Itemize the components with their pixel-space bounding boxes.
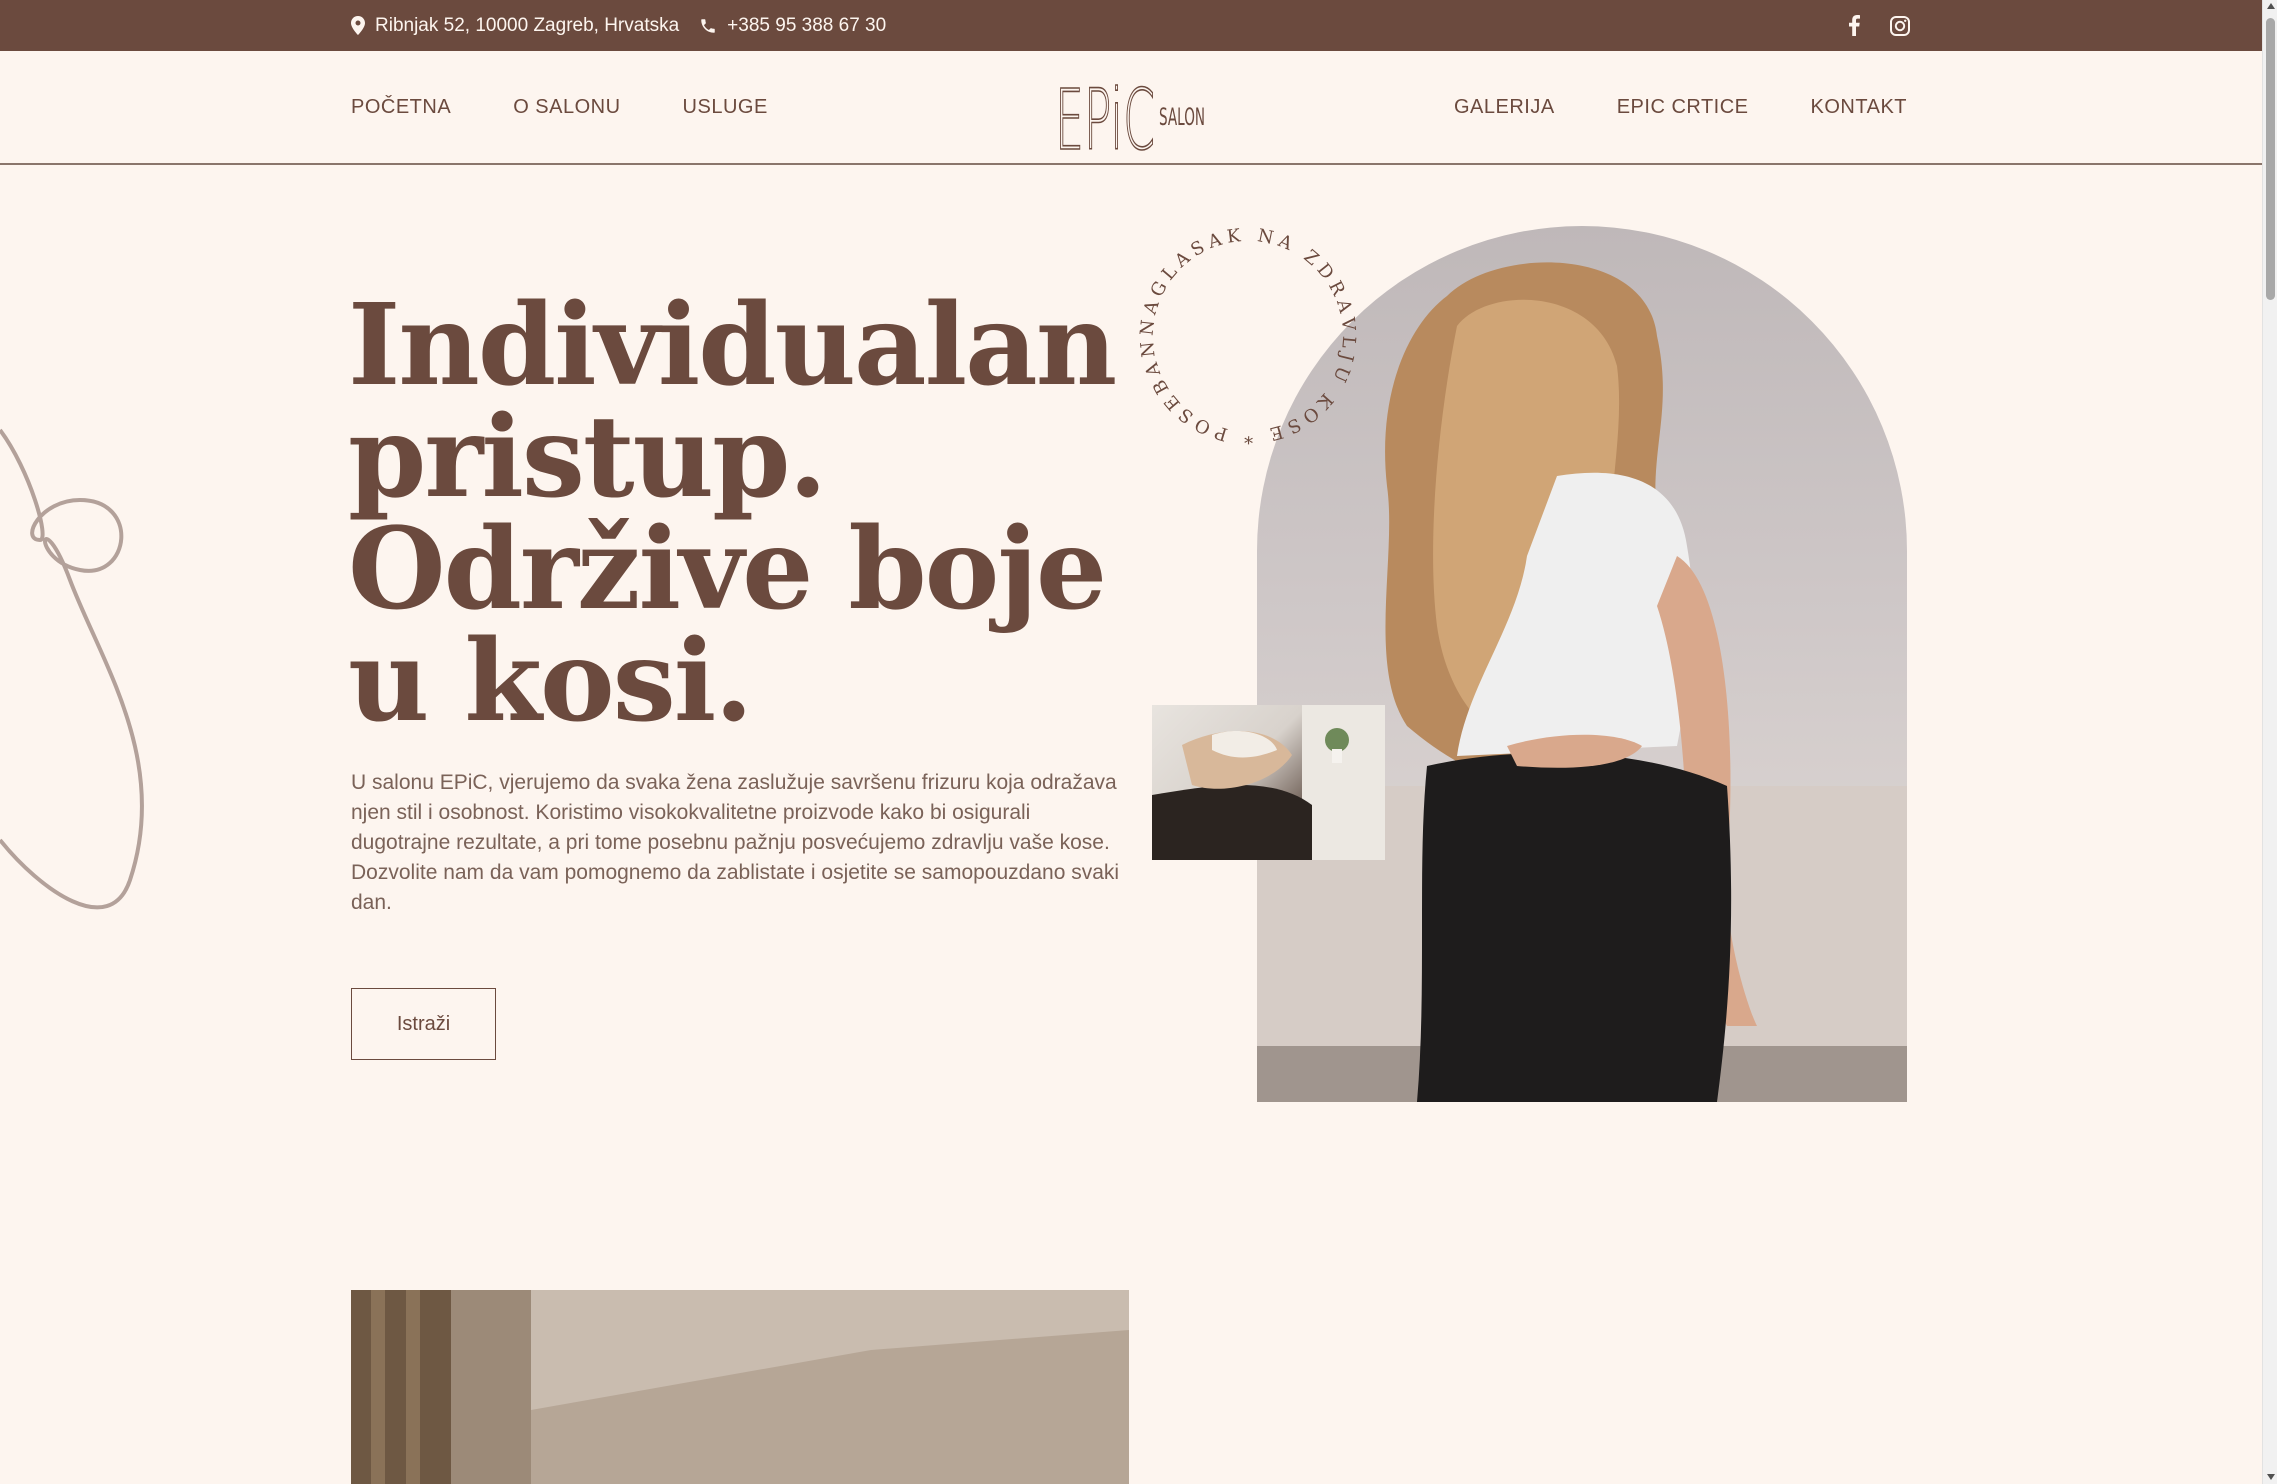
decorative-squiggle xyxy=(0,428,145,910)
circular-tagline-text: NAGLASAK NA ZDRAVLJU KOSE * POSEBAN xyxy=(1137,225,1355,447)
logo-sub-text: SALON xyxy=(1159,103,1205,131)
top-info-bar: Ribnjak 52, 10000 Zagreb, Hrvatska +385 … xyxy=(0,0,2262,51)
phone-text: +385 95 388 67 30 xyxy=(727,14,887,36)
hair-washing-illustration xyxy=(1152,705,1385,860)
nav-item-o-salonu[interactable]: O SALONU xyxy=(513,96,620,119)
salon-interior-illustration xyxy=(351,1290,1129,1484)
address-text: Ribnjak 52, 10000 Zagreb, Hrvatska xyxy=(375,14,680,36)
site-logo[interactable]: EPiC SALON xyxy=(1054,63,1205,170)
hair-washing-photo xyxy=(1152,705,1385,860)
social-links xyxy=(1848,0,1910,51)
phone-icon xyxy=(699,17,717,35)
facebook-icon[interactable] xyxy=(1848,15,1860,36)
logo-main-text: EPiC xyxy=(1055,71,1155,155)
headline-line-1: Individualan xyxy=(348,280,1117,411)
nav-item-kontakt[interactable]: KONTAKT xyxy=(1811,96,1907,119)
phone-item[interactable]: +385 95 388 67 30 xyxy=(699,15,886,37)
scrollbar-thumb[interactable] xyxy=(2266,18,2275,300)
headline-line-2: pristup. xyxy=(348,392,827,523)
headline-line-4: u kosi. xyxy=(348,616,753,747)
hero-headline: Individualan pristup. Održive boje u kos… xyxy=(348,290,1168,738)
headline-line-3: Održive boje xyxy=(348,504,1107,635)
hero-intro-text: U salonu EPiC, vjerujemo da svaka žena z… xyxy=(351,771,1120,914)
salon-interior-photo xyxy=(351,1290,1129,1484)
page: Ribnjak 52, 10000 Zagreb, Hrvatska +385 … xyxy=(0,0,2277,1484)
address-item[interactable]: Ribnjak 52, 10000 Zagreb, Hrvatska xyxy=(351,15,679,37)
nav-item-pocetna[interactable]: POČETNA xyxy=(351,96,451,119)
nav-left: POČETNA O SALONU USLUGE xyxy=(351,51,768,163)
svg-text:NAGLASAK NA ZDRAVLJU KOSE * PO: NAGLASAK NA ZDRAVLJU KOSE * POSEBAN xyxy=(1137,225,1360,447)
nav-item-galerija[interactable]: GALERIJA xyxy=(1454,96,1555,119)
scroll-down-arrow-icon[interactable] xyxy=(2267,1474,2275,1480)
location-pin-icon xyxy=(351,16,365,35)
nav-item-epic-crtice[interactable]: EPIC CRTICE xyxy=(1617,96,1749,119)
contact-info: Ribnjak 52, 10000 Zagreb, Hrvatska +385 … xyxy=(351,0,886,51)
scroll-up-arrow-icon[interactable] xyxy=(2267,3,2275,9)
explore-button[interactable]: Istraži xyxy=(351,988,496,1060)
circular-tagline-badge: NAGLASAK NA ZDRAVLJU KOSE * POSEBAN xyxy=(1137,225,1360,447)
page-scrollbar[interactable] xyxy=(2262,0,2277,1484)
instagram-icon[interactable] xyxy=(1890,15,1910,36)
main-header: POČETNA O SALONU USLUGE EPiC SALON GALER… xyxy=(0,51,2262,170)
nav-item-usluge[interactable]: USLUGE xyxy=(683,96,768,119)
nav-right: GALERIJA EPIC CRTICE KONTAKT xyxy=(1454,51,1907,163)
